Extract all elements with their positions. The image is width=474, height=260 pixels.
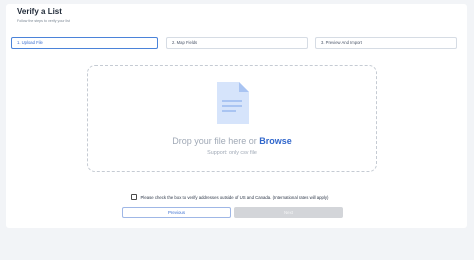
step-preview-import[interactable]: 3. Preview And Import: [315, 37, 457, 49]
international-label: Please check the box to verify addresses…: [140, 194, 329, 200]
step-tabs: 1. Upload File 2. Map Fields 3. Preview …: [11, 37, 457, 49]
step-map-fields[interactable]: 2. Map Fields: [166, 37, 308, 49]
previous-button[interactable]: Previous: [122, 207, 231, 218]
step-upload-file[interactable]: 1. Upload File: [11, 37, 158, 49]
international-checkbox[interactable]: [131, 194, 137, 200]
drop-prompt-text: Drop your file here or: [172, 136, 257, 146]
page-title: Verify a List: [17, 7, 62, 16]
file-icon: [217, 82, 249, 124]
page-subtitle: Follow the steps to verify your list: [17, 19, 70, 23]
support-text: Support: only csv file: [207, 150, 257, 156]
international-option: Please check the box to verify addresses…: [131, 192, 328, 202]
next-button[interactable]: Next: [234, 207, 343, 218]
browse-link[interactable]: Browse: [259, 136, 292, 146]
drop-prompt: Drop your file here or Browse: [88, 136, 376, 146]
file-dropzone[interactable]: Drop your file here or Browse Support: o…: [87, 65, 377, 172]
